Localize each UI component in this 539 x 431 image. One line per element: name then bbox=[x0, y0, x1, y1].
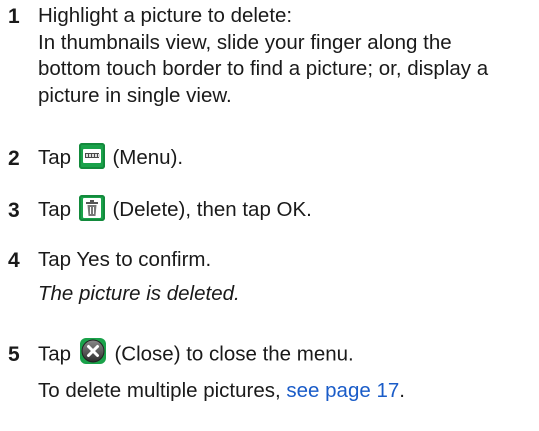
note-period: . bbox=[399, 379, 405, 402]
step-text: Tap Yes to confirm. The picture is delet… bbox=[38, 247, 531, 307]
step-text: Tap (Menu). bbox=[38, 142, 531, 172]
step-number: 1 bbox=[8, 5, 20, 28]
step-line: In thumbnails view, slide your finger al… bbox=[38, 30, 452, 54]
step-action-text: (Menu). bbox=[112, 146, 184, 169]
step-action-text: (Delete), then tap OK. bbox=[112, 198, 312, 221]
step-line: Highlight a picture to delete: bbox=[38, 4, 293, 27]
trash-icon bbox=[78, 194, 105, 221]
step-result: The picture is deleted. bbox=[38, 281, 240, 305]
note-text: To delete multiple pictures, bbox=[38, 379, 287, 402]
step-line: picture in single view. bbox=[38, 83, 232, 107]
step-tap-label: Tap bbox=[38, 198, 72, 221]
step-text: Tap (Close) to close the menu. To delete… bbox=[38, 338, 531, 405]
step-number: 5 bbox=[8, 343, 20, 366]
step-text: Highlight a picture to delete: In thumbn… bbox=[38, 3, 531, 110]
step-tap-label: Tap bbox=[38, 146, 72, 169]
step-number: 3 bbox=[8, 199, 20, 222]
step-tap-label: Tap bbox=[38, 342, 72, 366]
step-text: Tap (Delete), then tap OK. bbox=[38, 194, 531, 224]
step-number: 4 bbox=[8, 249, 20, 272]
close-icon bbox=[79, 337, 107, 365]
menu-icon bbox=[78, 142, 105, 169]
step-number: 2 bbox=[8, 147, 20, 170]
see-page-link[interactable]: see page 17 bbox=[286, 379, 399, 402]
step-action-text: (Close) to close the menu. bbox=[114, 342, 354, 366]
step-note: To delete multiple pictures, see page 17… bbox=[38, 378, 531, 405]
step-instruction: Tap Yes to confirm. bbox=[38, 248, 212, 271]
step-line: bottom touch border to find a picture; o… bbox=[38, 57, 489, 81]
